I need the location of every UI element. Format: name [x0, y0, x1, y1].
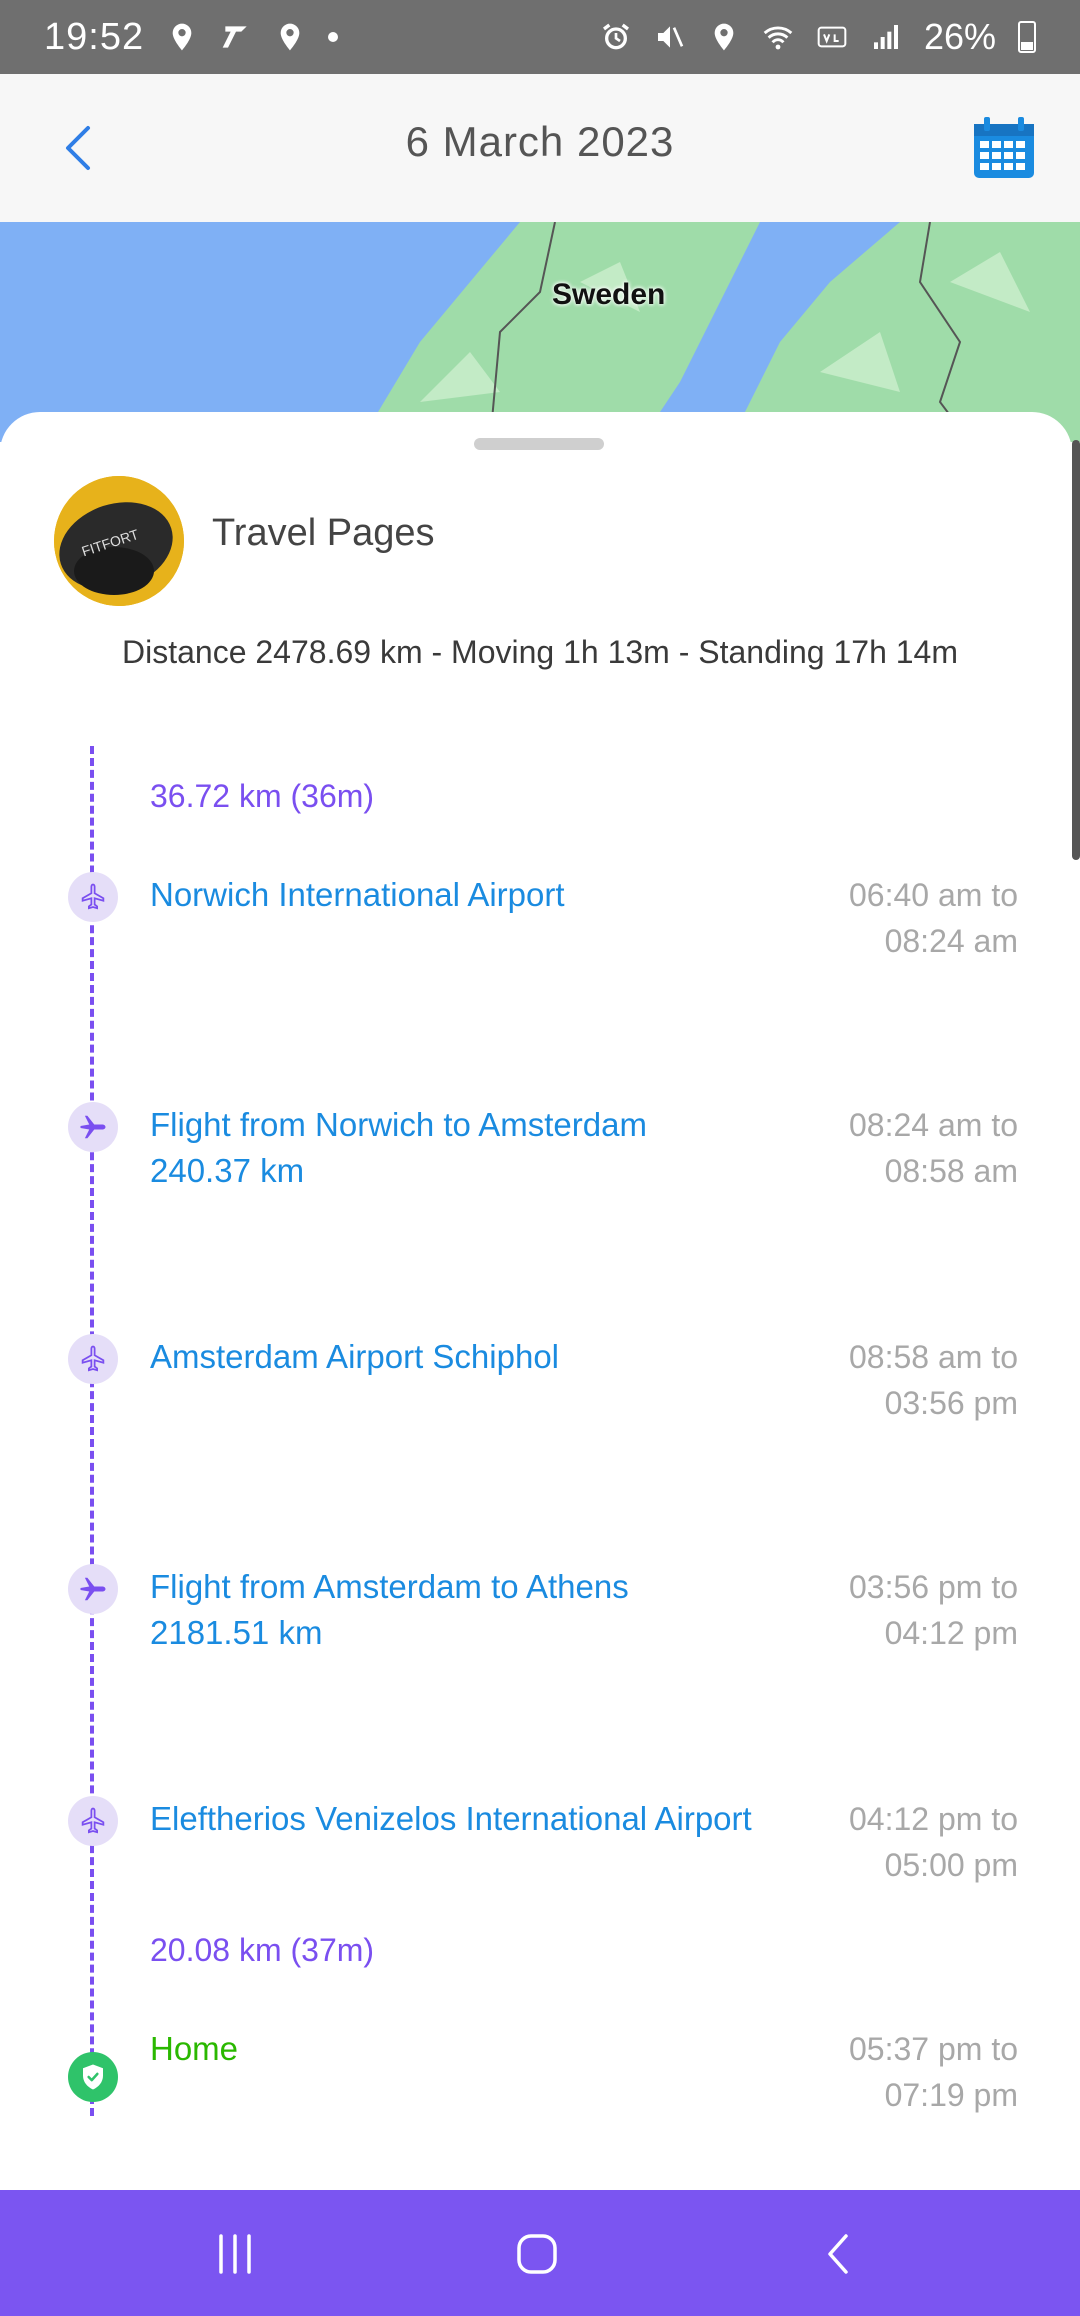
system-nav-bar — [0, 2190, 1080, 2316]
battery-level: 26% — [923, 16, 996, 57]
timeline-place-name[interactable]: Flight from Norwich to Amsterdam 240.37 … — [150, 1102, 647, 1194]
timeline-time: 03:56 pm to 04:12 pm — [849, 1569, 1018, 1651]
alarm-icon — [602, 23, 629, 50]
avatar: FITFORT — [54, 476, 184, 606]
home-check-icon — [68, 2052, 118, 2102]
timeline-time: 06:40 am to 08:24 am — [849, 877, 1018, 959]
scrollbar[interactable] — [1072, 440, 1080, 860]
app-notification-icon — [222, 26, 247, 48]
location-icon — [714, 23, 734, 51]
page-title: 6 March 2023 — [405, 118, 675, 165]
airport-icon — [68, 1796, 118, 1846]
timeline-place-name[interactable]: Flight from Amsterdam to Athens 2181.51 … — [150, 1564, 629, 1656]
timeline-time: 05:37 pm to 07:19 pm — [849, 2031, 1018, 2113]
timeline-time: 08:58 am to 03:56 pm — [849, 1339, 1018, 1421]
signal-icon — [873, 25, 898, 49]
home-icon[interactable] — [505, 2222, 569, 2286]
status-time: 19:52 — [44, 15, 145, 58]
calendar-icon[interactable] — [970, 114, 1038, 182]
app-header: 6 March 2023 — [0, 74, 1080, 222]
airport-icon — [68, 1334, 118, 1384]
trip-summary: Distance 2478.69 km - Moving 1h 13m - St… — [121, 634, 958, 670]
timeline-place-name[interactable]: Eleftherios Venizelos International Airp… — [150, 1796, 752, 1842]
timeline-time: 08:24 am to 08:58 am — [849, 1107, 1018, 1189]
map-view[interactable]: Sweden — [0, 222, 1080, 442]
map-terrain — [0, 222, 1080, 442]
status-bar: 19:52 26% — [0, 0, 1080, 74]
airport-icon — [68, 872, 118, 922]
volte-icon — [817, 26, 847, 48]
segment-start: 36.72 km (36m) — [150, 778, 375, 814]
location-icon — [172, 23, 192, 51]
flight-icon — [68, 1564, 118, 1614]
profile-name: Travel Pages — [212, 512, 435, 554]
timeline-time: 04:12 pm to 05:00 pm — [849, 1801, 1018, 1883]
drag-handle[interactable] — [474, 438, 604, 450]
more-notifications-dot — [328, 32, 339, 42]
wifi-icon — [763, 26, 793, 50]
mute-icon — [657, 26, 684, 48]
timeline-place-name[interactable]: Amsterdam Airport Schiphol — [150, 1334, 559, 1380]
location-icon — [280, 23, 300, 51]
map-country-label: Sweden — [552, 278, 666, 311]
timeline-place-name[interactable]: Home — [150, 2026, 238, 2072]
back-icon[interactable] — [808, 2222, 872, 2286]
recent-apps-icon[interactable] — [203, 2222, 267, 2286]
timeline-place-name[interactable]: Norwich International Airport — [150, 872, 565, 918]
battery-icon — [1018, 21, 1036, 53]
trip-details-sheet: FITFORT Travel Pages Distance 2478.69 km… — [0, 412, 1072, 2192]
timeline-line — [90, 746, 94, 2116]
segment-end: 20.08 km (37m) — [150, 1932, 375, 1968]
flight-icon — [68, 1102, 118, 1152]
